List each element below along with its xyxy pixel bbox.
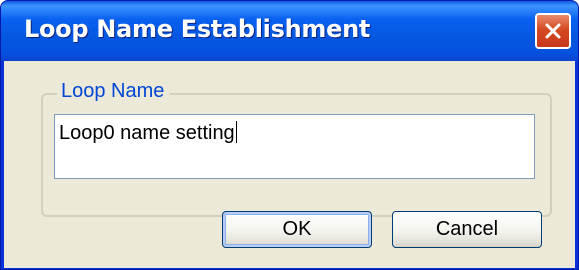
- loop-name-input[interactable]: Loop0 name setting: [54, 114, 535, 179]
- input-value: Loop0 name setting: [59, 122, 235, 144]
- dialog-window: Loop Name Establishment Loop Name Loop0 …: [0, 0, 579, 270]
- cancel-button-label: Cancel: [435, 218, 499, 240]
- window-title: Loop Name Establishment: [24, 15, 371, 43]
- close-button[interactable]: [535, 13, 571, 49]
- ok-button[interactable]: OK: [222, 211, 372, 248]
- dialog-body: Loop Name Loop0 name setting OK Cancel: [4, 61, 575, 268]
- title-bar[interactable]: Loop Name Establishment: [1, 1, 578, 61]
- text-caret: [235, 121, 237, 143]
- close-icon: [545, 23, 561, 39]
- cancel-button[interactable]: Cancel: [392, 211, 542, 248]
- group-label: Loop Name: [57, 77, 171, 105]
- ok-button-label: OK: [282, 218, 312, 240]
